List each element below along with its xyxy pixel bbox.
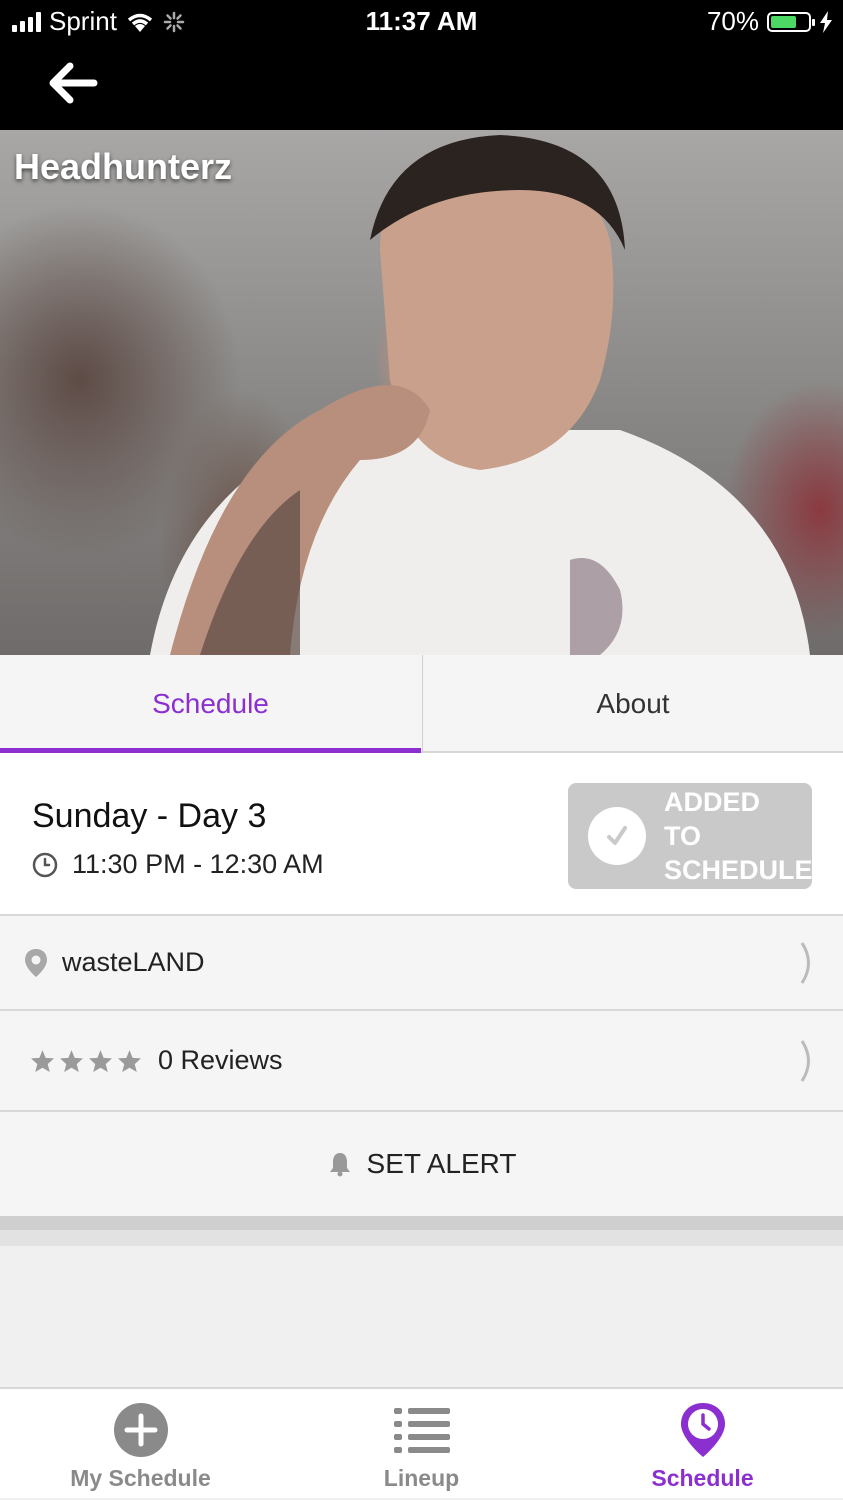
tab-schedule[interactable]: Schedule xyxy=(0,655,421,755)
performance-day: Sunday - Day 3 xyxy=(32,797,267,835)
set-alert-label: SET ALERT xyxy=(366,1148,517,1179)
battery-group: 70% xyxy=(707,6,833,37)
tab-about[interactable]: About xyxy=(422,655,843,753)
nav-schedule-label: Schedule xyxy=(651,1465,754,1491)
artist-photo-illustration xyxy=(150,135,810,655)
bottom-nav: My Schedule Lineup Schedule xyxy=(0,1387,843,1498)
status-bar: Sprint 11:37 AM 70% xyxy=(0,0,843,130)
tab-about-label: About xyxy=(596,688,670,719)
section-divider xyxy=(0,1216,843,1230)
star-icon xyxy=(89,1049,112,1072)
nav-lineup-label: Lineup xyxy=(383,1465,460,1491)
location-row[interactable]: wasteLAND xyxy=(0,916,843,1011)
reviews-count: 0 Reviews xyxy=(158,1045,283,1075)
nav-my-schedule[interactable]: My Schedule xyxy=(0,1389,281,1500)
artist-name: Headhunterz xyxy=(14,146,233,187)
section-divider-shadow xyxy=(0,1230,843,1246)
added-to-schedule-button[interactable]: ADDED TO SCHEDULE xyxy=(568,783,813,889)
star-rating xyxy=(30,1049,142,1073)
reviews-row[interactable]: 0 Reviews xyxy=(0,1011,843,1112)
chevron-right-icon xyxy=(800,941,810,984)
performance-card: Sunday - Day 3 11:30 PM - 12:30 AM ADDED… xyxy=(0,753,843,916)
arrow-left-icon[interactable] xyxy=(44,58,100,108)
battery-icon xyxy=(767,11,815,32)
clock-icon xyxy=(32,852,58,877)
charging-bolt-icon xyxy=(820,10,832,33)
battery-percent: 70% xyxy=(706,6,759,36)
tab-schedule-label: Schedule xyxy=(152,688,269,719)
tab-bar: Schedule About xyxy=(0,655,843,755)
set-alert-button[interactable]: SET ALERT xyxy=(0,1112,843,1216)
nav-schedule[interactable]: Schedule xyxy=(562,1389,843,1500)
star-icon xyxy=(31,1049,54,1072)
location-name: wasteLAND xyxy=(62,947,205,977)
map-pin-icon xyxy=(25,948,47,977)
star-icon xyxy=(60,1049,83,1072)
chevron-right-icon xyxy=(800,1039,810,1082)
checkmark-icon xyxy=(588,807,646,865)
list-icon xyxy=(393,1408,450,1453)
nav-lineup[interactable]: Lineup xyxy=(281,1389,562,1500)
plus-circle-icon xyxy=(113,1403,168,1457)
bell-icon xyxy=(329,1153,350,1177)
added-to-schedule-label: ADDED TO SCHEDULE xyxy=(664,787,813,885)
star-icon xyxy=(118,1049,141,1072)
performance-time: 11:30 PM - 12:30 AM xyxy=(72,849,324,879)
artist-photo: Headhunterz xyxy=(0,130,843,655)
clock-pin-icon xyxy=(680,1403,725,1457)
nav-my-schedule-label: My Schedule xyxy=(70,1465,211,1491)
performance-time-row: 11:30 PM - 12:30 AM xyxy=(32,849,324,880)
